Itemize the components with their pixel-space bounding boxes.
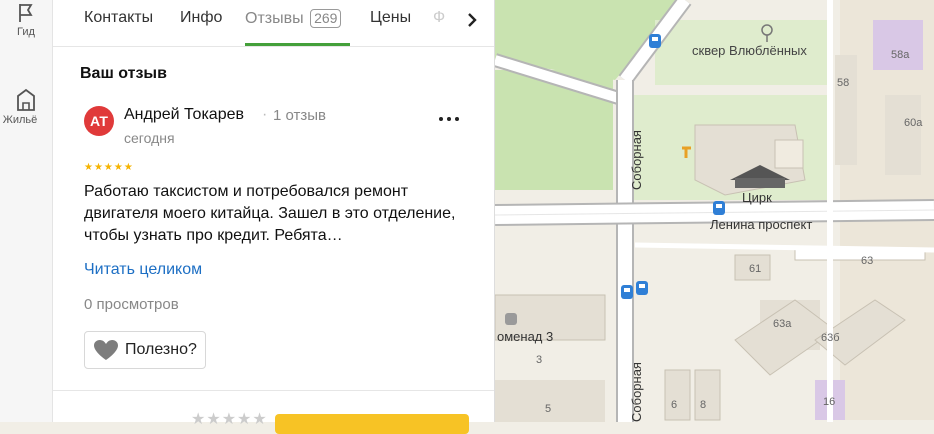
map-view[interactable]: сквер Влюблённых Цирк Ленина проспект Со… [492, 0, 934, 422]
tab-prices[interactable]: Цены [370, 9, 411, 27]
tab-info[interactable]: Инфо [180, 9, 222, 27]
rating-stars: ★★★★★ [84, 162, 134, 173]
bus-stop-icon[interactable] [649, 34, 661, 48]
map-label-street-vertical-top: Соборная [629, 130, 644, 190]
map-label-house: 8 [700, 399, 706, 411]
rail-item-housing[interactable]: Жильё [0, 88, 52, 126]
map-label-circus: Цирк [742, 190, 772, 205]
author-review-count: 1 отзыв [273, 107, 327, 124]
review-text: Работаю таксистом и потребовался ремонт … [84, 183, 456, 244]
left-rail: Гид Жильё [0, 0, 53, 422]
helpful-button[interactable]: Полезно? [84, 331, 206, 369]
tab-photos[interactable]: Ф [433, 9, 445, 27]
building-58a [873, 20, 923, 70]
helpful-label: Полезно? [125, 341, 197, 358]
heart-icon [94, 340, 118, 360]
map-label-house: 58а [891, 49, 910, 61]
map-label-park: сквер Влюблённых [692, 43, 807, 58]
map-label-house: 63б [821, 332, 840, 344]
map-label-house: 6 [671, 399, 677, 411]
map-label-house: 58 [837, 77, 849, 89]
map-label-house: 61 [749, 263, 761, 275]
active-tab-indicator [245, 43, 350, 46]
tab-reviews-count: 269 [310, 9, 342, 28]
bus-stop-icon[interactable] [713, 201, 725, 215]
map-label-house: 16 [823, 396, 835, 408]
bus-stop-icon[interactable] [636, 281, 648, 295]
map-label-house: 63 [861, 255, 873, 267]
tab-contacts[interactable]: Контакты [84, 9, 153, 27]
rail-item-label: Жильё [2, 114, 38, 126]
shop-icon [505, 313, 517, 325]
flag-icon [19, 4, 33, 22]
more-options-icon[interactable] [435, 109, 463, 129]
map-label-street-vertical-bottom: Соборная [629, 362, 644, 422]
rail-item-guide[interactable]: Гид [0, 2, 52, 38]
write-review-button[interactable] [275, 414, 469, 434]
tab-bar: Контакты Инфо Отзывы 269 Цены Ф [53, 0, 494, 47]
map-label-house: 63а [773, 318, 792, 330]
review-panel: Контакты Инфо Отзывы 269 Цены Ф Ваш отзы… [53, 0, 495, 434]
views-count: 0 просмотров [84, 296, 179, 313]
map-canvas[interactable]: сквер Влюблённых Цирк Ленина проспект Со… [492, 0, 934, 422]
rate-stars[interactable]: ★★★★★ [191, 409, 268, 429]
divider [53, 390, 494, 391]
map-label-promenade: оменад 3 [497, 329, 553, 344]
read-more-link[interactable]: Читать целиком [84, 261, 202, 279]
map-label-street-main: Ленина проспект [710, 217, 812, 232]
author-name[interactable]: Андрей Токарев [124, 106, 244, 124]
bus-stop-icon[interactable] [621, 285, 633, 299]
separator-dot: · [262, 106, 268, 123]
building-icon [17, 88, 35, 111]
tab-reviews-label: Отзывы [245, 10, 304, 27]
tab-reviews[interactable]: Отзывы 269 [245, 9, 342, 28]
avatar[interactable]: АТ [84, 106, 114, 136]
rail-item-label: Гид [17, 26, 35, 38]
chevron-right-icon[interactable] [458, 8, 486, 36]
map-label-house: 60а [904, 117, 923, 129]
map-label-house: 3 [536, 354, 542, 366]
map-label-house: 5 [545, 403, 551, 415]
section-title: Ваш отзыв [80, 65, 167, 82]
review-date: сегодня [124, 130, 175, 146]
